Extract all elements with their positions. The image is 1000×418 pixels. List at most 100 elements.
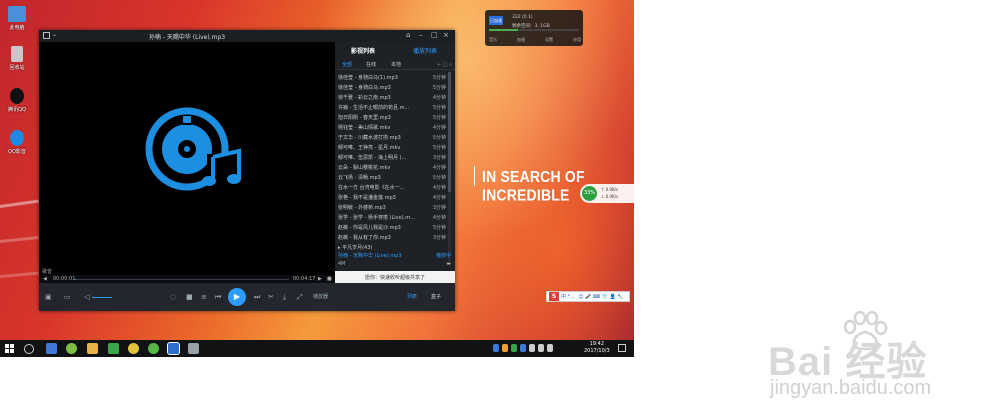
speed-widget[interactable]: 33% ↑ 0.0K/s ↓ 0.0K/s bbox=[580, 184, 634, 203]
close-icon[interactable]: × bbox=[443, 31, 449, 39]
ime-toolbar[interactable]: S 中 ° ， ☺ 🎤 ⌨ 👕 👤 🔧 bbox=[546, 291, 630, 302]
system-tray[interactable] bbox=[493, 344, 553, 352]
notification-icon[interactable] bbox=[618, 344, 626, 352]
playlist-item-name: 徐千雅 - 彩云之南.mp3 bbox=[338, 95, 391, 101]
panel-tabs: 影视列表 播放列表 bbox=[335, 42, 455, 56]
taskbar-app-icon[interactable] bbox=[148, 343, 159, 354]
settings-icon[interactable]: ◌ bbox=[170, 293, 176, 301]
progress-bar[interactable]: ◀ 00:00:01 00:04:17 ▶ ■ bbox=[39, 275, 335, 283]
add-icon[interactable]: ＋ ▢ ⌕ bbox=[436, 61, 452, 68]
equalizer-icon[interactable]: ≡ bbox=[201, 293, 207, 301]
network-widget[interactable]: 已加速 332 (0.1) 剩余空间：3. 1GB 音乐 加速 设置 应用 bbox=[485, 10, 583, 46]
playlist-item[interactable]: 张学 - 张学 - 杨手穿搭 (Live).m... 4分钟 bbox=[335, 212, 448, 222]
window-controls: ⌂ – □ × bbox=[335, 30, 455, 42]
playmode-label[interactable]: 播放器 bbox=[313, 293, 328, 300]
playlist-item[interactable]: 云朵 - 梨山樱桃花.mkv 4分钟 bbox=[335, 162, 448, 172]
folder-icon[interactable] bbox=[87, 343, 98, 354]
time-total: 00:04:17 bbox=[293, 276, 316, 282]
taskbar-app-icon[interactable] bbox=[128, 343, 139, 354]
playlist-item-duration: 5分钟 bbox=[432, 115, 446, 121]
playlist-item[interactable]: 云飞扬 - 清畅.mp3 5分钟 bbox=[335, 172, 448, 182]
share-banner[interactable]: 愿你：快速收听超级共享了 bbox=[335, 271, 455, 283]
skin-icon[interactable]: ⌂ bbox=[406, 31, 410, 39]
taskbar-app-icon[interactable] bbox=[46, 343, 57, 354]
desktop-icon-qqplayer[interactable]: QQ影音 bbox=[0, 130, 34, 155]
widget-button-apps[interactable]: 应用 bbox=[573, 37, 581, 43]
folder-icon[interactable]: ▬ bbox=[446, 261, 451, 267]
desktop-icon-this-pc[interactable]: 此电脑 bbox=[0, 6, 34, 31]
widget-line-1: 332 (0.1) bbox=[512, 15, 533, 20]
stop-icon[interactable]: ■ bbox=[186, 293, 193, 301]
task-view-icon[interactable] bbox=[24, 344, 34, 354]
playlist-item[interactable]: 张艳 - 我不是潘金莲.mp3 4分钟 bbox=[335, 192, 448, 202]
taskbar-qqplayer-icon[interactable] bbox=[167, 342, 180, 355]
playlist-item[interactable]: 郁可唯、王铮亮 - 星月.mkv 5分钟 bbox=[335, 142, 448, 152]
play-button[interactable]: ▶ bbox=[228, 288, 246, 306]
video-area[interactable]: 歌音 bbox=[39, 42, 335, 275]
tab-video-list[interactable]: 影视列表 bbox=[351, 46, 375, 55]
subtab-all[interactable]: 全部 bbox=[342, 61, 352, 68]
subtab-local[interactable]: 本地 bbox=[391, 61, 401, 68]
playlist-item[interactable]: 张明敏 - 外婆桥.mp3 3分钟 bbox=[335, 202, 448, 212]
download-icon[interactable]: ⤓ bbox=[283, 293, 286, 301]
qq-penguin-icon bbox=[10, 88, 24, 104]
widget-button-music[interactable]: 音乐 bbox=[489, 37, 497, 43]
seek-track[interactable] bbox=[75, 279, 289, 280]
start-button[interactable] bbox=[5, 344, 14, 353]
playlist-item-duration: 3分钟 bbox=[432, 235, 446, 241]
ime-glyphs[interactable]: 中 ° ， ☺ 🎤 ⌨ 👕 👤 🔧 bbox=[561, 293, 624, 300]
desktop-icon-qq[interactable]: 腾讯QQ bbox=[0, 88, 34, 113]
playlist-item[interactable]: 杨钰莹 - 美山情歌.mkv 4分钟 bbox=[335, 122, 448, 132]
next-icon[interactable]: ⏭ bbox=[254, 293, 260, 301]
next-small-icon[interactable]: ▶ bbox=[318, 276, 322, 282]
taskbar-app-icon[interactable] bbox=[188, 343, 199, 354]
playlist-item-name: 杨钰莹 - 美山情歌.mkv bbox=[338, 125, 391, 131]
now-playing-row[interactable]: 孙楠 - 天赐中华 (Live).mp3 播放中 4M ▬ bbox=[335, 251, 455, 271]
usage-bar bbox=[489, 29, 579, 31]
widget-button-settings[interactable]: 设置 bbox=[545, 37, 553, 43]
playlist-item[interactable]: 徐千雅 - 彩云之南.mp3 4分钟 bbox=[335, 92, 448, 102]
box-toggle[interactable]: 盒子 bbox=[431, 293, 441, 300]
playlist-item-duration: 4分钟 bbox=[432, 95, 446, 101]
list-toggle[interactable]: 列表 bbox=[407, 293, 417, 300]
playlist-item-name: 徐佳莹 - 身骑白马.mp3 bbox=[338, 85, 391, 91]
fullscreen-icon[interactable]: ⤢ bbox=[297, 293, 303, 301]
taskbar-app-icon[interactable] bbox=[108, 343, 119, 354]
playlist-item[interactable]: 郁可唯、伍思凯 - 海上明月 (... 3分钟 bbox=[335, 152, 448, 162]
minimize-icon[interactable]: – bbox=[419, 31, 423, 39]
taskbar-clock[interactable]: 19:42 2017/10/3 bbox=[584, 341, 610, 355]
playlist-item[interactable]: 在水一方 台湾电影《在水一... 4分钟 bbox=[335, 182, 448, 192]
prev-small-icon[interactable]: ◀ bbox=[43, 276, 47, 282]
playlist-item-name: 于文华 - 川藏水波打捞.mp3 bbox=[338, 135, 401, 141]
maximize-icon[interactable]: □ bbox=[431, 31, 438, 39]
accelerate-chip: 已加速 bbox=[489, 16, 503, 25]
playlist-scrollbar[interactable] bbox=[448, 72, 451, 262]
playlist-item[interactable]: 许巍 - 生活不止眼前的苟且.m... 5分钟 bbox=[335, 102, 448, 112]
playlist-item[interactable]: 赵薇 - 我从有了你.mp3 3分钟 bbox=[335, 232, 448, 242]
playlist-item[interactable]: 徐佳莹 - 身骑白马.mp3 5分钟 bbox=[335, 82, 448, 92]
widget-button-accelerate[interactable]: 加速 bbox=[517, 37, 525, 43]
taskbar-app-icon[interactable] bbox=[66, 343, 77, 354]
open-folder-icon[interactable]: ▭ bbox=[64, 293, 71, 301]
qqplayer-icon bbox=[10, 130, 24, 146]
volume-icon[interactable]: ◁ bbox=[84, 293, 89, 301]
desktop-icon-recycle-bin[interactable]: 回收站 bbox=[0, 46, 34, 71]
scissors-icon[interactable]: ✂ bbox=[268, 293, 274, 301]
playlist-item-name: 张明敏 - 外婆桥.mp3 bbox=[338, 205, 386, 211]
subtab-online[interactable]: 在线 bbox=[366, 61, 376, 68]
scrollbar-thumb[interactable] bbox=[448, 72, 451, 192]
playlist-item[interactable]: 赵薇 - 你是风儿我是沙.mp3 5分钟 bbox=[335, 222, 448, 232]
tab-playlist[interactable]: 播放列表 bbox=[413, 46, 437, 55]
playlist-item[interactable]: 于文华 - 川藏水波打捞.mp3 5分钟 bbox=[335, 132, 448, 142]
toolbox-icon[interactable]: ▣ bbox=[45, 293, 52, 301]
taskbar: 19:42 2017/10/3 bbox=[0, 340, 634, 357]
download-speed-value: 0.0K/s bbox=[605, 194, 619, 199]
playlist-item-name: 郁可唯、王铮亮 - 星月.mkv bbox=[338, 145, 401, 151]
playlist-item[interactable]: 旭日阳刚 - 春天里.mp3 5分钟 bbox=[335, 112, 448, 122]
playlist-item[interactable]: 徐佳莹 - 身骑白马(1).mp3 5分钟 bbox=[335, 72, 448, 82]
playlist-item-duration: 3分钟 bbox=[432, 155, 446, 161]
volume-slider[interactable] bbox=[92, 297, 112, 298]
previous-icon[interactable]: ⏮ bbox=[215, 293, 221, 301]
now-playing-quality: 4M bbox=[338, 261, 346, 267]
stop-small-icon[interactable]: ■ bbox=[327, 276, 332, 282]
